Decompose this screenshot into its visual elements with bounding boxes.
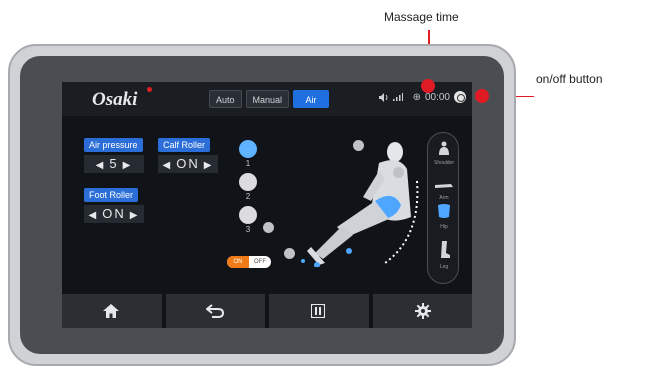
control-screen: Osaki Auto Manual Air ⊕ 00:00 Air pressu… — [62, 82, 472, 328]
recline-step-3[interactable] — [239, 206, 257, 224]
part-arm-label: Arm — [439, 195, 449, 201]
pause-icon — [311, 304, 325, 318]
shoulder-icon — [439, 141, 449, 155]
tab-auto[interactable]: Auto — [209, 90, 242, 108]
top-bar: Osaki Auto Manual Air ⊕ 00:00 — [62, 82, 472, 116]
part-hip-label: Hip — [440, 224, 448, 230]
part-shoulder-label: Shoulder — [433, 160, 454, 166]
foot-roller-label: Foot Roller — [84, 188, 139, 202]
brand-logo-dot — [147, 87, 152, 92]
gear-icon — [414, 303, 431, 319]
foot-roller-value: ON — [102, 206, 126, 221]
part-arm[interactable]: Arm — [428, 177, 460, 201]
back-button[interactable] — [165, 294, 265, 328]
pause-button[interactable] — [269, 294, 369, 328]
settings-button[interactable] — [372, 294, 472, 328]
recline-step-1[interactable] — [239, 140, 257, 158]
part-shoulder[interactable]: Shoulder — [428, 141, 460, 166]
step-number-2: 2 — [245, 192, 251, 201]
part-leg[interactable]: Leg — [428, 241, 460, 270]
power-button[interactable] — [454, 91, 466, 103]
decrease-icon[interactable]: ◀ — [163, 160, 173, 171]
backrest-adjust-knob[interactable] — [353, 140, 364, 151]
clock-icon: ⊕ — [412, 91, 421, 103]
home-icon — [103, 304, 119, 318]
decrease-icon[interactable]: ◀ — [96, 160, 106, 171]
increase-icon[interactable]: ▶ — [204, 160, 214, 171]
calf-roller-stepper[interactable]: ◀ ON ▶ — [158, 155, 218, 173]
tab-manual[interactable]: Manual — [245, 90, 290, 108]
toggle-off: OFF — [254, 259, 266, 265]
volume-level-icon[interactable] — [392, 93, 403, 101]
massage-time-callout-label: Massage time — [384, 10, 459, 24]
stage: Massage time on/off button Osaki Auto Ma… — [0, 0, 645, 369]
increase-icon[interactable]: ▶ — [123, 160, 133, 171]
foot-adjust-knob[interactable] — [284, 248, 295, 259]
air-pressure-stepper[interactable]: ◀ 5 ▶ — [84, 155, 144, 173]
hip-icon — [438, 204, 450, 218]
speaker-icon[interactable] — [378, 92, 389, 102]
step-number-3: 3 — [245, 225, 251, 234]
brand-logo: Osaki — [92, 89, 138, 110]
bottom-nav — [62, 294, 472, 328]
part-hip[interactable]: Hip — [428, 203, 460, 230]
calf-roller-value: ON — [176, 156, 200, 171]
arm-icon — [435, 184, 453, 188]
recline-step-2[interactable] — [239, 173, 257, 191]
increase-icon[interactable]: ▶ — [130, 210, 140, 221]
decrease-icon[interactable]: ◀ — [89, 210, 99, 221]
calf-roller-label: Calf Roller — [158, 138, 211, 152]
body-part-panel: Shoulder Arm Hip Leg — [427, 132, 459, 284]
timer-value: 00:00 — [424, 91, 450, 103]
part-leg-label: Leg — [439, 264, 449, 270]
foot-roller-stepper[interactable]: ◀ ON ▶ — [84, 205, 144, 223]
back-icon — [205, 304, 224, 318]
seat-adjust-knob[interactable] — [393, 167, 404, 178]
onoff-callout-dot — [475, 89, 489, 103]
toggle-on: ON — [227, 256, 249, 268]
tab-air[interactable]: Air — [293, 90, 330, 108]
massage-time-callout-dot — [421, 79, 435, 93]
mode-tabs: Auto Manual Air — [209, 90, 330, 108]
status-area: ⊕ 00:00 — [378, 91, 466, 103]
home-button[interactable] — [62, 294, 162, 328]
air-toggle-switch[interactable]: ON OFF — [227, 256, 271, 268]
onoff-callout-label: on/off button — [536, 72, 603, 86]
body-figure — [301, 142, 419, 267]
step-number-1: 1 — [245, 159, 251, 168]
leg-adjust-knob[interactable] — [263, 222, 274, 233]
leg-icon — [441, 241, 450, 258]
air-pressure-value: 5 — [109, 156, 119, 171]
air-pressure-label: Air pressure — [84, 138, 143, 152]
